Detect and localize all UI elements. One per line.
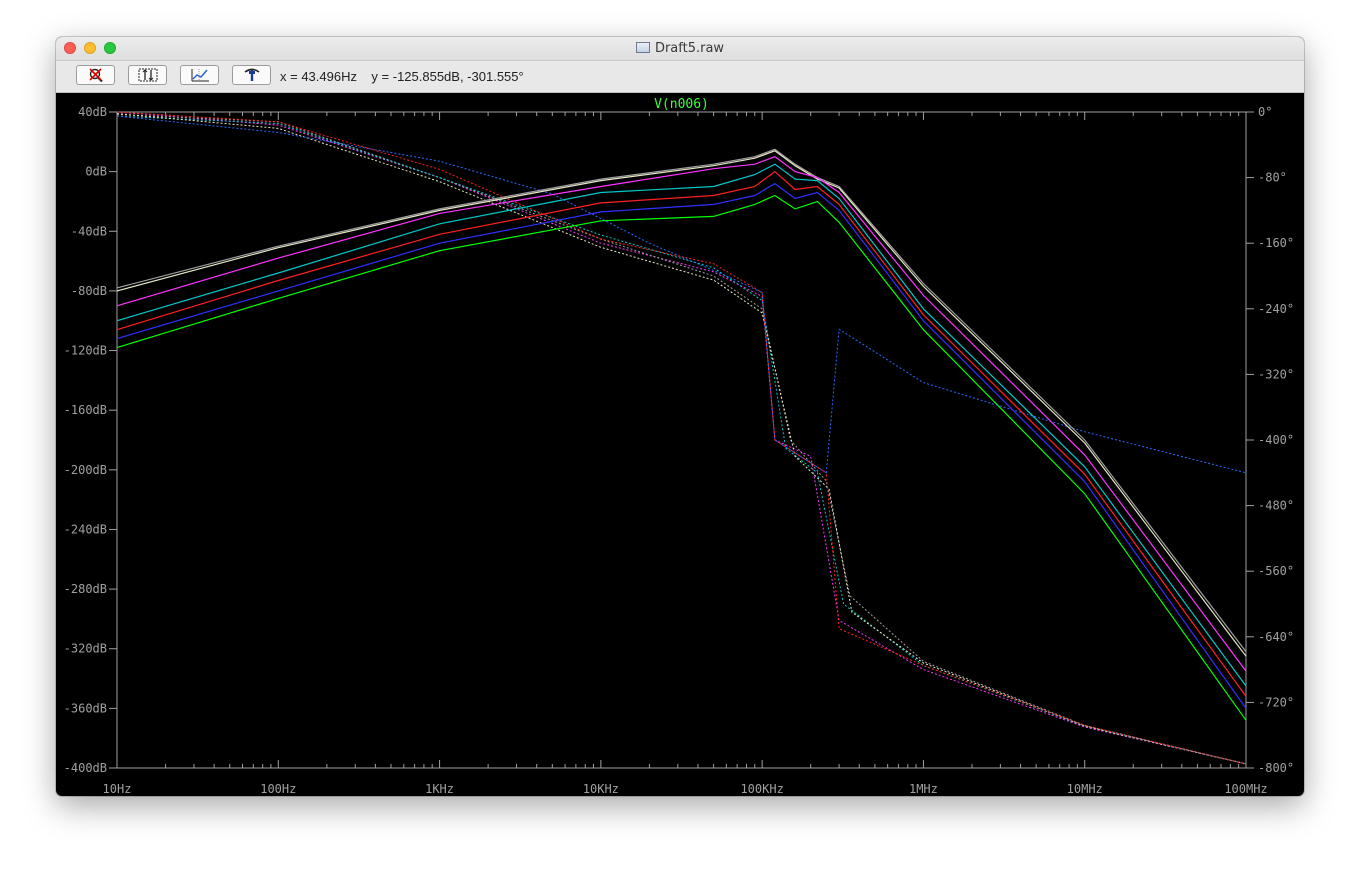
x-tick-label: 1MHz [909, 782, 938, 796]
cursor-y-readout: y = -125.855dB, -301.555° [371, 69, 524, 84]
y-right-tick-label: -160° [1258, 236, 1294, 250]
y-left-tick-label: -360dB [64, 701, 107, 715]
phase-trace-6[interactable] [116, 111, 1247, 765]
mark-data-icon [191, 69, 209, 82]
phase-trace-1[interactable] [116, 111, 1247, 765]
pick-trace-icon [244, 68, 259, 81]
y-left-tick-label: 40dB [78, 105, 107, 119]
magnitude-trace-4[interactable] [116, 163, 1247, 687]
zoom-cancel-button[interactable] [76, 65, 115, 85]
y-right-tick-label: -480° [1258, 499, 1294, 513]
magnitude-trace-1[interactable] [116, 148, 1247, 653]
y-right-tick-label: -720° [1258, 695, 1294, 709]
magnitude-trace-3[interactable] [116, 156, 1247, 672]
toolbar: x = 43.496Hz y = -125.855dB, -301.555° [56, 61, 1304, 93]
bode-plot[interactable]: 10Hz 100Hz 1KHz 10KHz 100KHz 1MHz 10MHz 100MHz 4… [56, 92, 1304, 796]
y-left-tick-label: 0dB [85, 165, 107, 179]
x-tick-label: 100KHz [740, 782, 783, 796]
autorange-icon [138, 68, 157, 82]
y-left-tick-label: -320dB [64, 642, 107, 656]
y-left-tick-label: -160dB [64, 403, 107, 417]
plot-window: Draft5.raw x = 43.496Hz y = -125.855dB, … [56, 37, 1304, 796]
window-title: Draft5.raw [56, 41, 1304, 56]
phase-trace-2[interactable] [116, 114, 1247, 765]
y-right-tick-label: -640° [1258, 630, 1294, 644]
y-left-tick-label: -40dB [71, 224, 107, 238]
plot-frame [116, 111, 1247, 769]
cursor-x-readout: x = 43.496Hz [280, 69, 357, 84]
x-tick-label: 100MHz [1224, 782, 1267, 796]
magnitude-trace-7[interactable] [116, 194, 1247, 721]
y-left-tick-label: -280dB [64, 582, 107, 596]
trace-title: V(n006) [654, 97, 709, 112]
cursor-readout: x = 43.496Hz y = -125.855dB, -301.555° [280, 69, 524, 84]
y-right-tick-label: -800° [1258, 761, 1294, 775]
y-left-tick-label: -200dB [64, 463, 107, 477]
waveform-file-icon [635, 42, 650, 53]
phase-trace-3[interactable] [116, 115, 1247, 765]
magnitude-trace-5[interactable] [116, 170, 1247, 697]
mark-data-button[interactable] [180, 65, 219, 85]
pick-trace-button[interactable] [232, 65, 271, 85]
window-title-text: Draft5.raw [654, 41, 725, 56]
magnitude-trace-6[interactable] [116, 182, 1247, 709]
magnitude-trace-2[interactable] [116, 150, 1247, 657]
x-tick-label: 1KHz [425, 782, 454, 796]
y-left-tick-label: -240dB [64, 522, 107, 536]
y-right-tick-label: -400° [1258, 433, 1294, 447]
y-left-tick-label: -120dB [64, 344, 107, 358]
y-right-tick-label: -80° [1258, 171, 1287, 185]
y-left-tick-label: -400dB [64, 761, 107, 775]
y-right-tick-label: -560° [1258, 564, 1294, 578]
zoom-cancel-icon [88, 68, 103, 83]
x-tick-label: 10MHz [1067, 782, 1103, 796]
y-right-tick-label: -320° [1258, 367, 1294, 381]
y-right-tick-label: 0° [1258, 105, 1272, 119]
x-tick-label: 10Hz [103, 782, 132, 796]
y-right-tick-label: -240° [1258, 302, 1294, 316]
x-tick-label: 100Hz [260, 782, 296, 796]
x-tick-label: 10KHz [583, 782, 619, 796]
autorange-button[interactable] [128, 65, 167, 85]
y-left-tick-label: -80dB [71, 284, 107, 298]
title-bar: Draft5.raw [56, 37, 1304, 61]
phase-trace-4[interactable] [116, 113, 1247, 765]
